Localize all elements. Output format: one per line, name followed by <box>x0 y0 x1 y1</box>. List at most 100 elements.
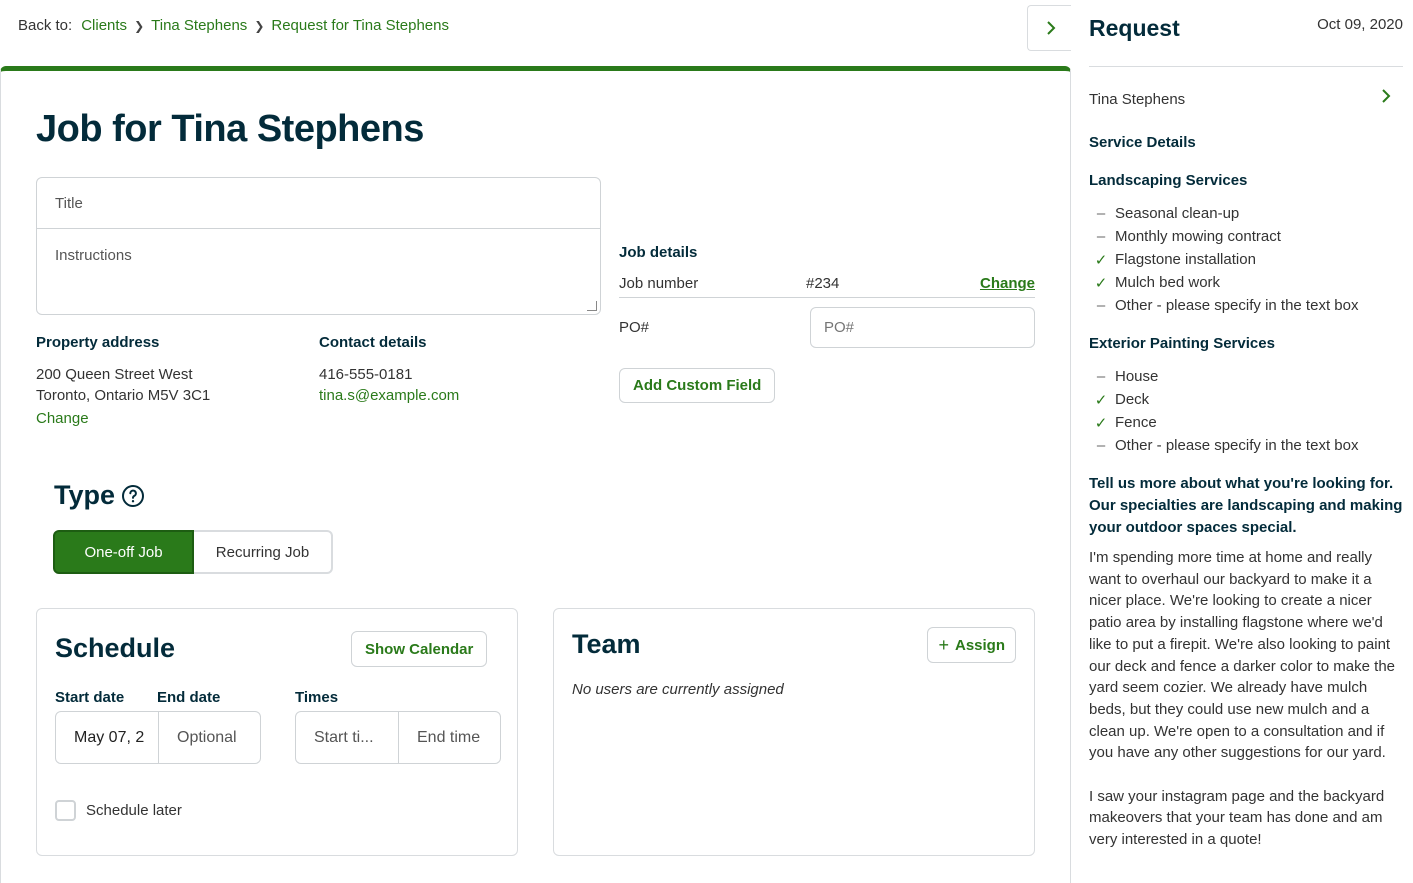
list-item: ✓ Flagstone installation <box>1089 248 1358 271</box>
answer-paragraph: I saw your instagram page and the backya… <box>1089 787 1385 849</box>
job-details: Job details Job number #234 Change PO# <box>619 244 1035 349</box>
request-answer: I'm spending more time at home and reall… <box>1089 547 1407 851</box>
job-number-value: #234 <box>806 275 840 292</box>
instructions-textarea[interactable]: Instructions <box>37 229 600 264</box>
list-item-label: Flagstone installation <box>1115 251 1256 268</box>
title-input[interactable]: Title <box>37 178 600 229</box>
checkmark-icon: ✓ <box>1094 391 1108 409</box>
page-title: Job for Tina Stephens <box>36 108 424 150</box>
start-date-input[interactable]: May 07, 2 <box>56 712 158 763</box>
painting-heading: Exterior Painting Services <box>1089 335 1275 352</box>
end-time-input[interactable]: End time <box>398 712 500 763</box>
po-input[interactable] <box>810 307 1035 348</box>
team-title: Team <box>572 629 641 659</box>
start-time-input[interactable]: Start ti... <box>296 712 398 763</box>
list-item: ✓ Deck <box>1089 388 1358 411</box>
list-item-label: Other - please specify in the text box <box>1115 437 1359 454</box>
chevron-right-icon: ❯ <box>254 18 265 33</box>
breadcrumb-link-clients[interactable]: Clients <box>81 17 127 34</box>
sidebar-title: Request <box>1089 15 1180 41</box>
list-item: – Other - please specify in the text box <box>1089 294 1359 317</box>
assign-label: Assign <box>954 636 1005 654</box>
property-address-label: Property address <box>36 334 160 351</box>
job-details-label: Job details <box>619 244 698 261</box>
list-item-label: Monthly mowing contract <box>1115 228 1281 245</box>
chevron-right-icon <box>1046 21 1055 35</box>
po-label: PO# <box>619 319 650 336</box>
list-item-label: Mulch bed work <box>1115 274 1221 291</box>
sidebar-client-name[interactable]: Tina Stephens <box>1089 91 1185 108</box>
schedule-later-checkbox[interactable] <box>55 800 76 821</box>
schedule-later-label: Schedule later <box>86 802 182 819</box>
end-date-input[interactable]: Optional <box>158 712 260 763</box>
job-number-row: Job number #234 Change <box>619 270 1035 298</box>
property-address: Property address 200 Queen Street West T… <box>36 334 210 429</box>
add-custom-field-button[interactable]: Add Custom Field <box>619 368 776 403</box>
checkmark-icon: ✓ <box>1094 414 1108 432</box>
no-users-message: No users are currently assigned <box>572 681 784 698</box>
job-type-toggle: One-off Job Recurring Job <box>53 530 333 574</box>
chevron-right-icon[interactable] <box>1381 88 1391 104</box>
list-item: – Monthly mowing contract <box>1089 225 1358 248</box>
plus-icon: + <box>938 635 949 655</box>
dash-icon: – <box>1096 228 1106 245</box>
contact-email-link[interactable]: tina.s@example.com <box>319 387 459 404</box>
breadcrumb-link-client[interactable]: Tina Stephens <box>151 17 247 34</box>
list-item-label: Seasonal clean-up <box>1115 205 1240 222</box>
one-off-job-option[interactable]: One-off Job <box>53 530 194 574</box>
list-item: – House <box>1089 365 1358 388</box>
request-sidebar: Request Oct 09, 2020 Tina Stephens Servi… <box>1071 0 1413 883</box>
schedule-title: Schedule <box>55 633 176 663</box>
contact-details: Contact details 416-555-0181 tina.s@exam… <box>319 334 459 406</box>
service-details-heading: Service Details <box>1089 134 1196 151</box>
list-item: ✓ Mulch bed work <box>1089 271 1358 294</box>
answer-paragraph: I'm spending more time at home and reall… <box>1089 549 1396 762</box>
contact-details-label: Contact details <box>319 334 427 351</box>
job-number-label: Job number <box>619 275 699 292</box>
landscaping-list: – Seasonal clean-up – Monthly mowing contr… <box>1089 202 1359 317</box>
schedule-later-option[interactable]: Schedule later <box>55 800 182 821</box>
dash-icon: – <box>1096 205 1106 222</box>
times-label: Times <box>295 689 339 706</box>
recurring-job-option[interactable]: Recurring Job <box>194 530 333 574</box>
contact-phone: 416-555-0181 <box>319 366 413 383</box>
date-range-fields: May 07, 2 Optional <box>55 711 261 764</box>
list-item: – Other - please specify in the text box <box>1089 434 1359 457</box>
list-item-label: Fence <box>1115 414 1157 431</box>
breadcrumb: Back to: Clients ❯ Tina Stephens ❯ Reque… <box>18 17 449 34</box>
change-address-link[interactable]: Change <box>36 408 210 429</box>
request-date: Oct 09, 2020 <box>1317 16 1403 33</box>
schedule-panel: Schedule Show Calendar Start date End da… <box>36 608 518 856</box>
change-job-number-link[interactable]: Change <box>980 275 1035 292</box>
help-icon[interactable] <box>121 484 145 508</box>
type-label: Type <box>54 480 116 510</box>
resize-handle-icon[interactable] <box>587 301 597 311</box>
end-date-label: End date <box>157 689 221 706</box>
title-instructions-box: Title Instructions <box>36 177 601 315</box>
landscaping-heading: Landscaping Services <box>1089 172 1248 189</box>
request-question: Tell us more about what you're looking f… <box>1089 475 1403 536</box>
assign-button[interactable]: + Assign <box>927 627 1016 663</box>
list-item-label: Other - please specify in the text box <box>1115 297 1359 314</box>
divider <box>1089 66 1403 67</box>
breadcrumb-link-request[interactable]: Request for Tina Stephens <box>271 17 449 34</box>
list-item-label: Deck <box>1115 391 1150 408</box>
breadcrumb-prefix: Back to: <box>18 17 73 34</box>
painting-list: – House ✓ Deck ✓ Fence – Other - please spec… <box>1089 365 1359 457</box>
address-line-2: Toronto, Ontario M5V 3C1 <box>36 387 211 404</box>
list-item-label: House <box>1115 368 1159 385</box>
chevron-right-icon: ❯ <box>134 18 145 33</box>
sidebar-toggle-button[interactable] <box>1027 5 1073 51</box>
team-panel: Team + Assign No users are currently ass… <box>553 608 1035 856</box>
show-calendar-button[interactable]: Show Calendar <box>351 631 488 667</box>
checkmark-icon: ✓ <box>1094 251 1108 269</box>
time-range-fields: Start ti... End time <box>295 711 501 764</box>
type-heading: Type <box>54 480 145 511</box>
list-item: – Seasonal clean-up <box>1089 202 1358 225</box>
dash-icon: – <box>1096 297 1106 314</box>
dash-icon: – <box>1096 368 1106 385</box>
checkmark-icon: ✓ <box>1094 274 1108 292</box>
list-item: ✓ Fence <box>1089 411 1358 434</box>
start-date-label: Start date <box>55 689 125 706</box>
dash-icon: – <box>1096 437 1106 454</box>
